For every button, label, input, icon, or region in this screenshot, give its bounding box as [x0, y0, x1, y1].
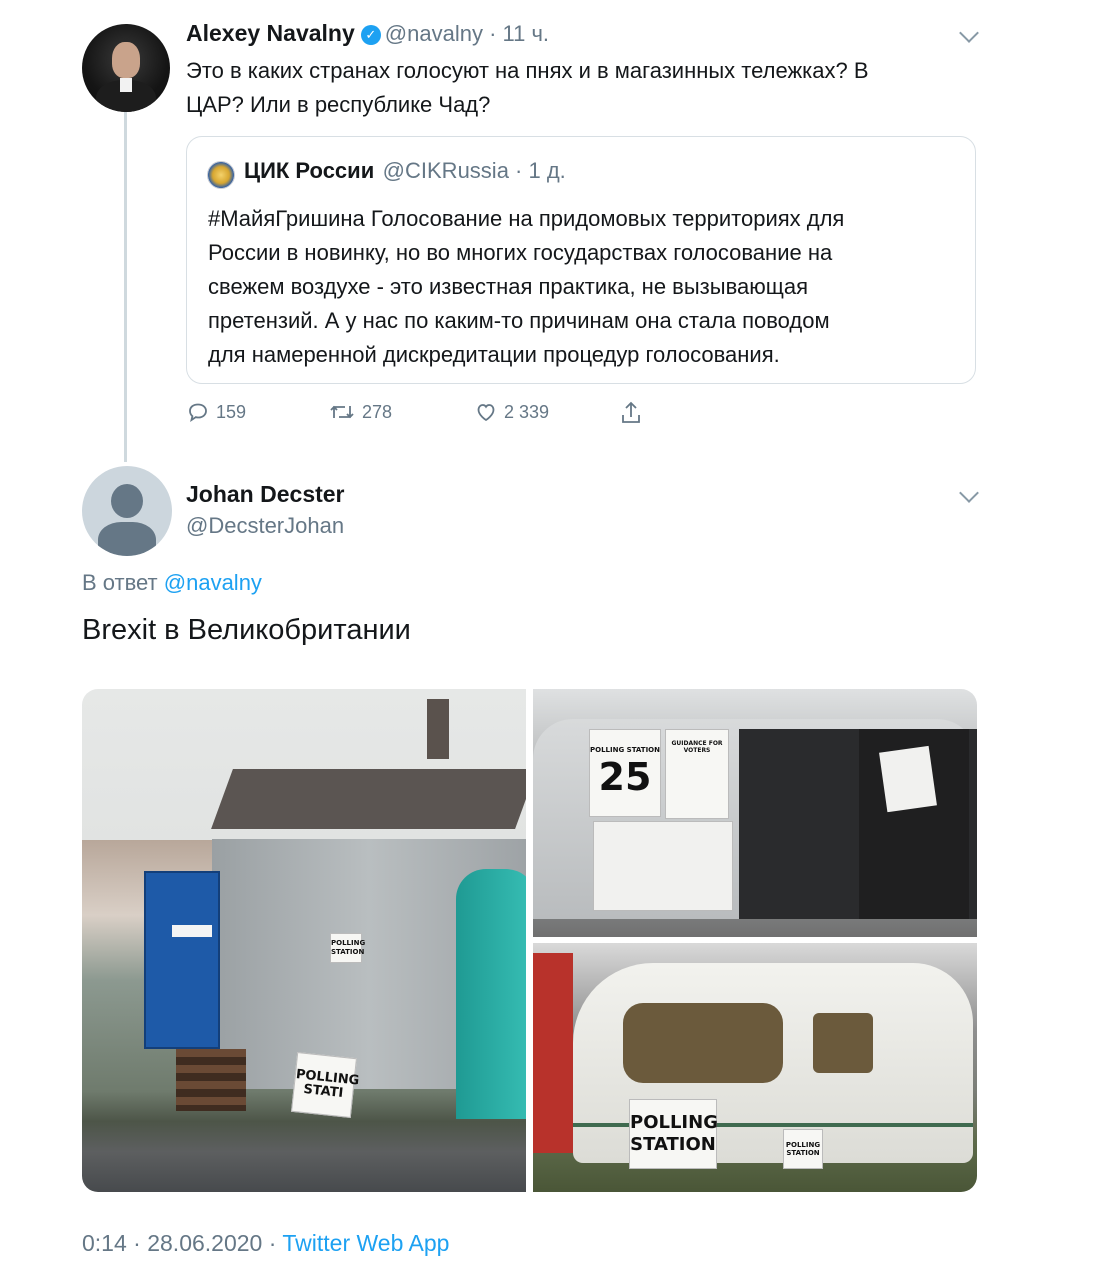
- more-options-chevron-icon[interactable]: [959, 23, 979, 43]
- footer-date[interactable]: 28.06.2020: [147, 1230, 262, 1256]
- quoted-text-line: для намеренной дискредитации процедур го…: [208, 342, 780, 367]
- caravan-sign: POLLING STATION: [629, 1099, 718, 1169]
- quoted-text-line: претензий. А у нас по каким-то причинам …: [208, 308, 830, 333]
- ground-sign: POLLING STATI: [291, 1052, 360, 1118]
- chimney: [427, 699, 449, 759]
- verified-badge-icon: ✓: [360, 25, 381, 46]
- door-label: [172, 925, 212, 937]
- car-lists: [593, 821, 733, 911]
- retweet-count: 278: [362, 401, 393, 422]
- tweet-time[interactable]: 11 ч.: [503, 21, 550, 46]
- reply-more-options-chevron-icon[interactable]: [959, 483, 979, 503]
- avatar-head: [111, 484, 143, 518]
- reply-author-name[interactable]: Johan Decster: [186, 481, 345, 508]
- quoted-author-name: ЦИК России: [244, 158, 375, 183]
- quoted-author-handle: @CIKRussia: [382, 158, 509, 183]
- thread-line: [124, 112, 127, 462]
- footer-separator: ·: [133, 1230, 141, 1256]
- caravan-side-window: [813, 1013, 873, 1073]
- heart-icon: [477, 404, 495, 422]
- tweet-text-line: Это в каких странах голосуют на пнях и в…: [186, 58, 869, 83]
- caravan-small-sign-text: POLLING STATION: [785, 1141, 821, 1157]
- tweet-header: Alexey Navalny ✓ @navalny · 11 ч.: [186, 20, 549, 48]
- photo-car-polling[interactable]: POLLING STATION 25 GUIDANCE FOR VOTERS: [533, 689, 977, 937]
- car-sign-number: POLLING STATION 25: [589, 729, 661, 817]
- house-roof: [211, 769, 526, 829]
- quoted-tweet-header: ЦИК России @CIKRussia · 1 д.: [244, 158, 566, 184]
- author-name[interactable]: Alexey Navalny: [186, 20, 355, 46]
- share-icon: [622, 401, 640, 423]
- quoted-tweet-time: 1 д.: [528, 158, 566, 183]
- cik-emblem-icon: [207, 161, 235, 189]
- avatar-navalny[interactable]: [82, 24, 170, 112]
- avatar-body: [98, 522, 156, 556]
- reply-to-handle-link[interactable]: @navalny: [164, 570, 262, 595]
- caravan-small-sign: POLLING STATION: [783, 1129, 823, 1169]
- quoted-text-line: России в новинку, но во многих государст…: [208, 240, 833, 265]
- retweet-icon: [330, 405, 354, 419]
- author-handle[interactable]: @navalny: [385, 21, 483, 46]
- dot-separator: ·: [482, 21, 503, 46]
- like-button[interactable]: 2 339: [474, 400, 549, 424]
- footer-separator: ·: [268, 1230, 277, 1256]
- blue-door: [144, 871, 220, 1049]
- red-frame: [533, 953, 573, 1153]
- tweet-text-line: ЦАР? Или в республике Чад?: [186, 92, 491, 117]
- tweet-footer: 0:14 · 28.06.2020 · Twitter Web App: [82, 1230, 449, 1257]
- reply-author-handle[interactable]: @DecsterJohan: [186, 513, 344, 539]
- reply-count: 159: [216, 401, 247, 422]
- reply-text: Brexit в Великобритании: [82, 614, 411, 646]
- caravan-front-windows: [623, 1003, 783, 1083]
- cabin-sign: POLLING STATION: [330, 933, 366, 963]
- dot-separator: ·: [508, 158, 529, 183]
- footer-app-link[interactable]: Twitter Web App: [282, 1230, 449, 1256]
- cabin-sign-text: POLLING STATION: [331, 939, 366, 956]
- wooden-steps: [176, 1049, 246, 1111]
- share-button[interactable]: [619, 400, 649, 426]
- caravan-sign-line2: STATION: [630, 1134, 716, 1155]
- retweet-button[interactable]: 278: [328, 400, 392, 424]
- reply-to-prefix: В ответ: [82, 570, 158, 595]
- like-count: 2 339: [504, 401, 550, 422]
- car-guidance-sheet: GUIDANCE FOR VOTERS: [665, 729, 729, 819]
- reply-button[interactable]: 159: [186, 400, 246, 424]
- reply-to-line: В ответ @navalny: [82, 570, 262, 596]
- quoted-tweet-text: #МайяГришина Голосование на придомовых т…: [208, 202, 958, 372]
- reply-icon: [189, 403, 207, 423]
- portable-toilet: [456, 869, 526, 1119]
- avatar-collar: [120, 78, 132, 92]
- avatar-face: [112, 42, 140, 78]
- photo-caravan[interactable]: POLLING STATION POLLING STATION: [533, 943, 977, 1192]
- tweet-text: Это в каких странах голосуют на пнях и в…: [186, 54, 986, 122]
- avatar-default[interactable]: [82, 466, 172, 556]
- caravan-sign-line1: POLLING: [630, 1112, 718, 1133]
- car-guidance-title: GUIDANCE FOR VOTERS: [671, 740, 723, 754]
- car-sign-title: POLLING STATION: [590, 746, 660, 754]
- photo-portable-cabin[interactable]: POLLING STATION POLLING STATI: [82, 689, 526, 1192]
- car-sign-number-text: 25: [598, 755, 652, 799]
- quoted-text-line: свежем воздухе - это известная практика,…: [208, 274, 808, 299]
- quoted-text-line: #МайяГришина Голосование на придомовых т…: [208, 206, 845, 231]
- car-window-sheet: [879, 745, 937, 813]
- footer-time[interactable]: 0:14: [82, 1230, 127, 1256]
